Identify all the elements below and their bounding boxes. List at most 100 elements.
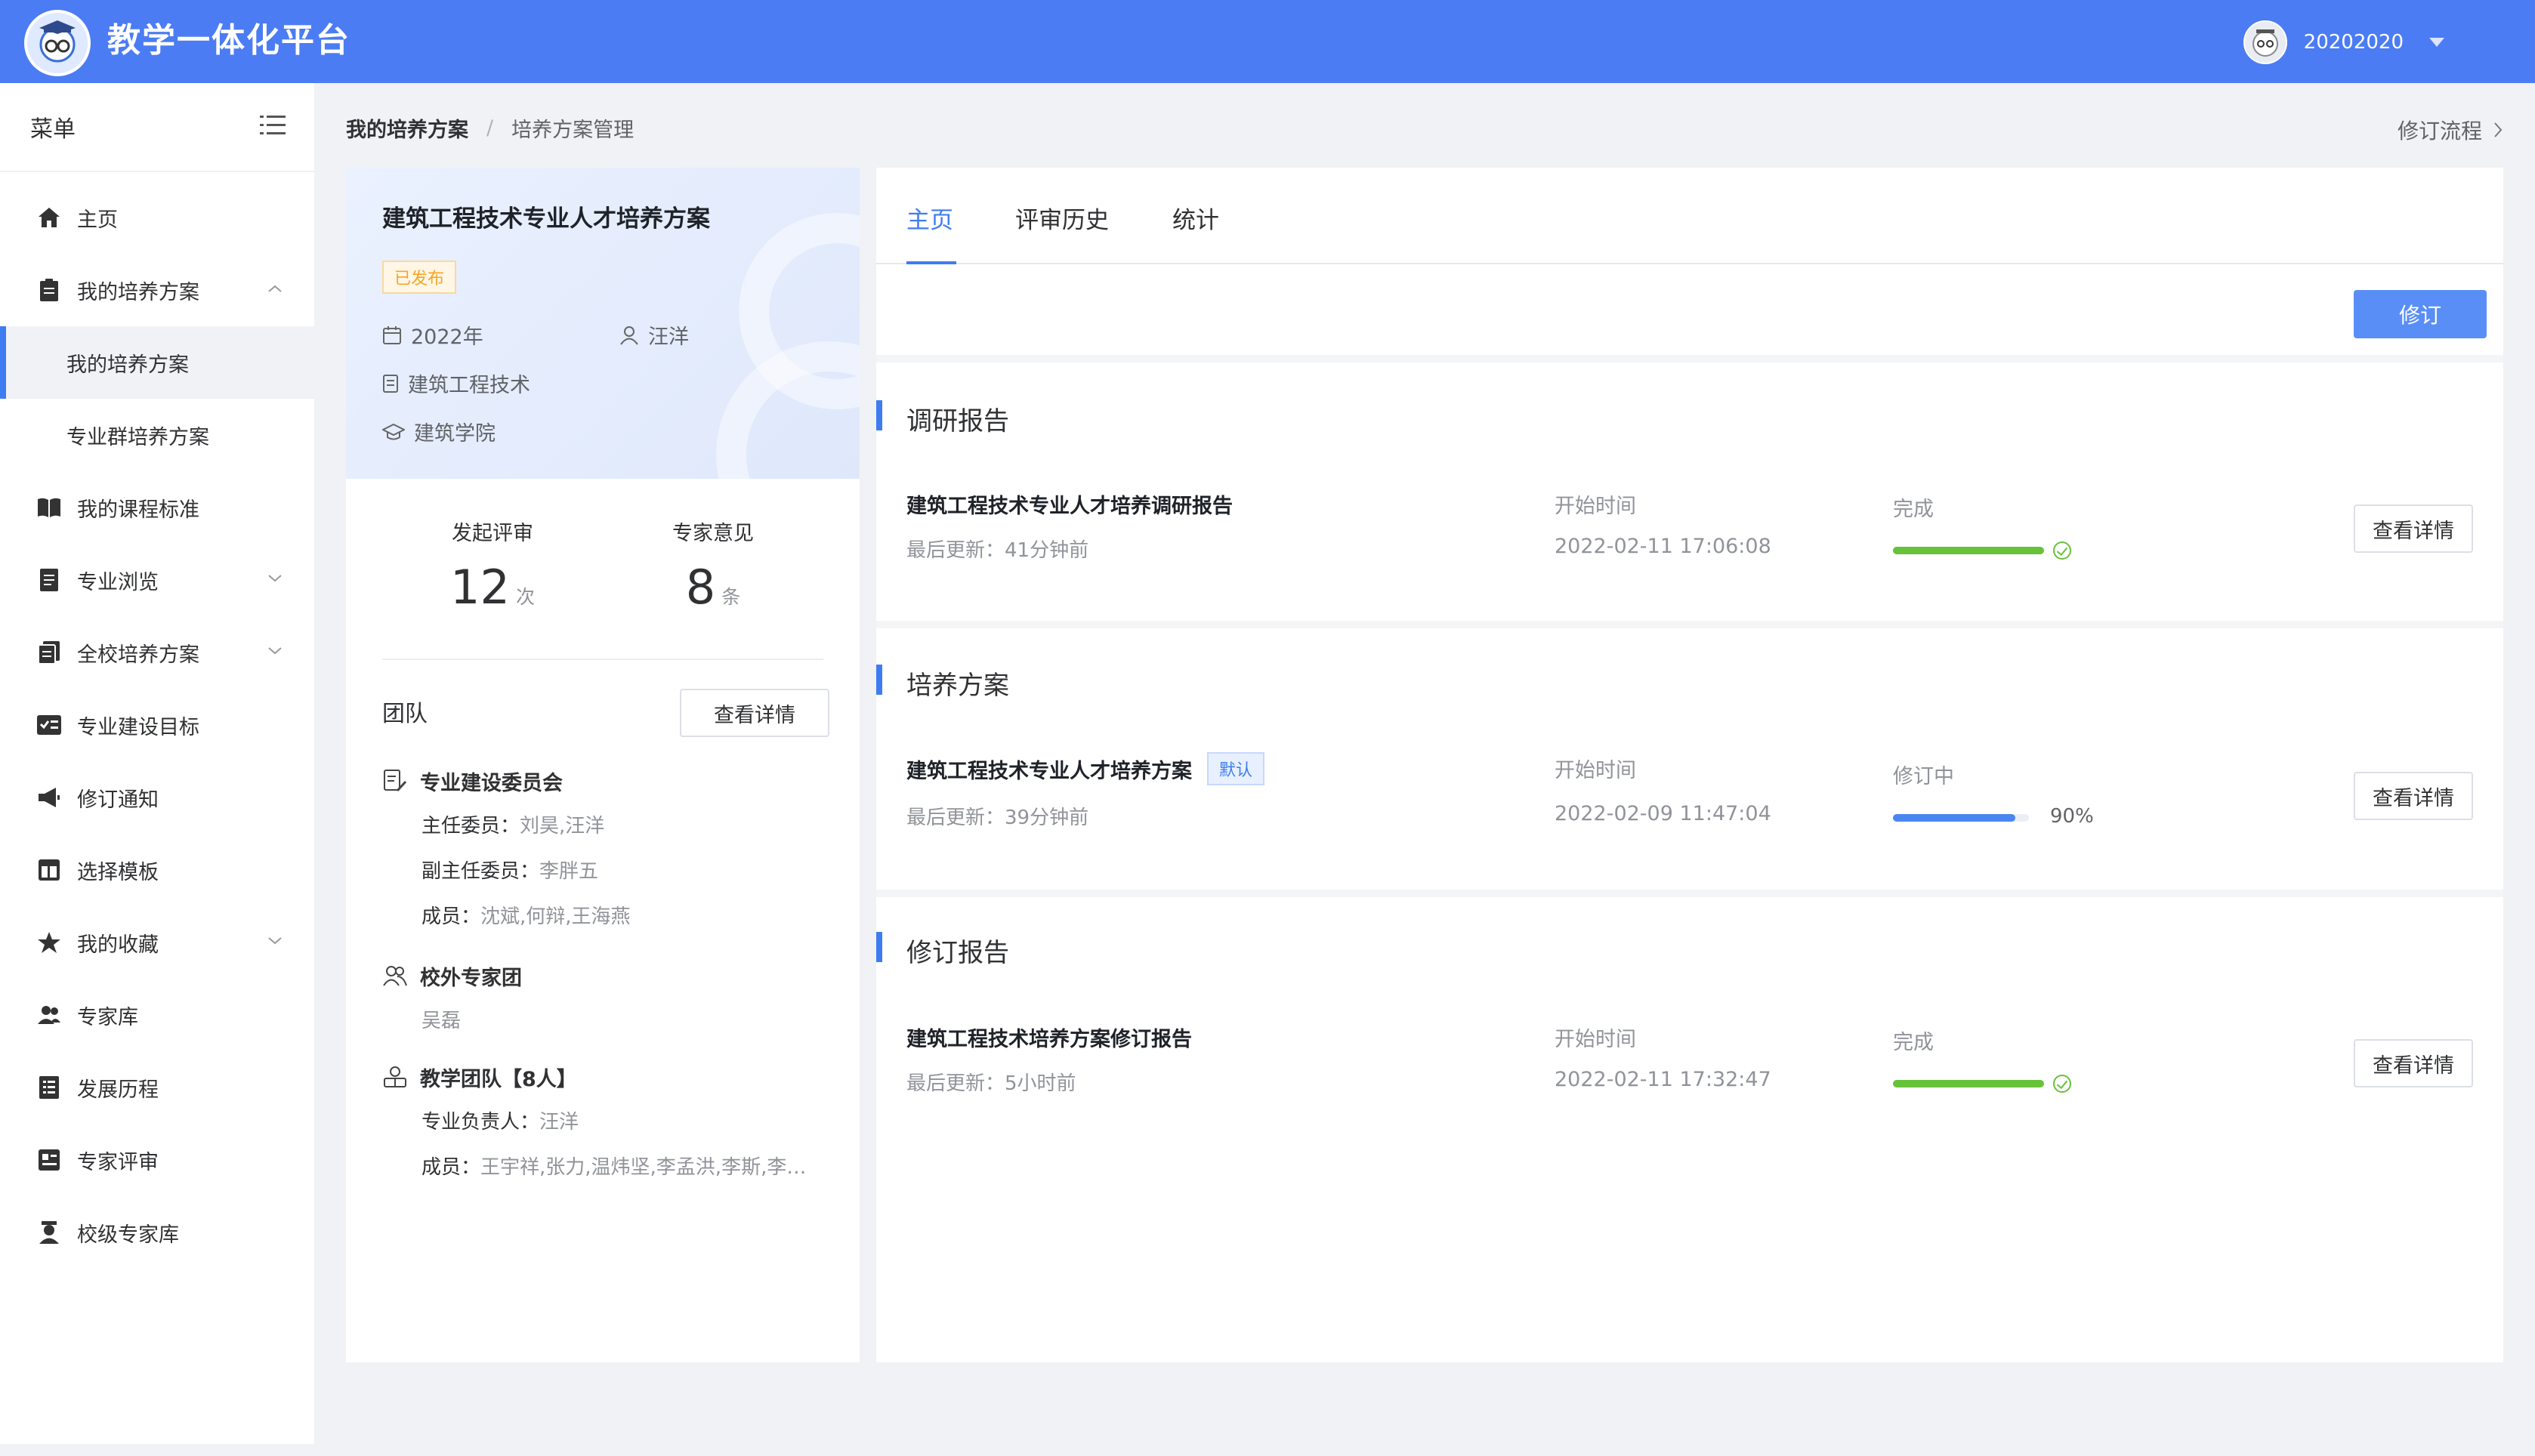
clipboard-icon [36, 277, 62, 303]
chevron-down-icon [268, 647, 282, 655]
revision-flow-link[interactable]: 修订流程 [2398, 115, 2503, 145]
committee-members-key: 成员： [421, 905, 481, 928]
plan-owner-value: 汪洋 [648, 325, 689, 349]
chevron-down-icon [268, 575, 282, 582]
team-title: 团队 [382, 701, 428, 727]
revise-button[interactable]: 修订 [2354, 290, 2487, 338]
sidebar-item-history[interactable]: 发展历程 [0, 1051, 314, 1124]
team-detail-button[interactable]: 查看详情 [680, 689, 829, 737]
user-name[interactable]: 20202020 [2304, 31, 2404, 54]
view-detail-button[interactable]: 查看详情 [2354, 772, 2473, 820]
view-detail-button[interactable]: 查看详情 [2354, 1039, 2473, 1087]
start-time-label: 开始时间 [1555, 495, 1636, 518]
breadcrumb: 我的培养方案 / 培养方案管理 修订流程 [314, 83, 2535, 172]
page-footer-strip [0, 1444, 2535, 1456]
training-plan-section: 培养方案 建筑工程技术专业人才培养方案 默认 最后更新：39分钟前 开始时间 2… [876, 628, 2503, 890]
review-count-unit: 次 [515, 586, 535, 608]
committee-title: 专业建设委员会 [382, 758, 823, 804]
plan-summary-card: 建筑工程技术专业人才培养方案 已发布 2022年 汪洋 建筑工程技术 建筑学院 … [346, 168, 860, 1362]
menu-list: 主页 我的培养方案 我的培养方案 专业群培养方案 我的课程标准 专业浏览 全校培… [0, 172, 314, 1269]
tab-review-history[interactable]: 评审历史 [1015, 201, 1109, 235]
section-accent-bar [876, 400, 882, 430]
sidebar-item-home[interactable]: 主页 [0, 181, 314, 254]
sidebar-item-label: 选择模板 [77, 860, 159, 884]
checklist-icon [36, 712, 62, 738]
expert-icon [36, 1220, 62, 1245]
review-icon [36, 1147, 62, 1173]
sidebar-item-my-plans-sub[interactable]: 我的培养方案 [0, 326, 314, 399]
section-accent-bar [876, 932, 882, 962]
teaching-team-members-value: 王宇祥,张力,温炜坚,李孟洪,李斯,李时... [480, 1156, 823, 1179]
sidebar-item-label: 主页 [77, 208, 118, 232]
section-divider [876, 355, 2503, 362]
revision-report-section: 修订报告 建筑工程技术培养方案修订报告 最后更新：5小时前 开始时间 2022-… [876, 897, 2503, 1214]
check-circle-icon [2053, 541, 2071, 560]
plan-year-value: 2022年 [411, 325, 483, 349]
sidebar-item-select-template[interactable]: 选择模板 [0, 834, 314, 906]
avatar[interactable] [2243, 20, 2287, 64]
research-report-section: 调研报告 建筑工程技术专业人才培养调研报告 最后更新：41分钟前 开始时间 20… [876, 362, 2503, 621]
last-updated: 最后更新：39分钟前 [906, 807, 1089, 829]
documents-icon [36, 640, 62, 665]
plan-stats: 发起评审 12 次 专家意见 8条 [382, 479, 823, 660]
tab-home[interactable]: 主页 [906, 201, 953, 235]
sidebar-item-major-browse[interactable]: 专业浏览 [0, 544, 314, 616]
sidebar-item-revision-notice[interactable]: 修订通知 [0, 761, 314, 834]
menu-header: 菜单 [0, 83, 314, 172]
committee-title-label: 专业建设委员会 [420, 771, 563, 795]
status-badge: 已发布 [382, 261, 457, 294]
status-label: 完成 [1893, 1031, 1934, 1054]
megaphone-icon [36, 785, 62, 810]
star-icon [36, 930, 62, 955]
committee-director: 主任委员：刘昊,汪洋 [382, 804, 823, 849]
plan-college-value: 建筑学院 [414, 422, 496, 446]
view-detail-button[interactable]: 查看详情 [2354, 504, 2473, 553]
sidebar-item-group-plans[interactable]: 专业群培养方案 [0, 399, 314, 471]
start-time-value: 2022-02-11 17:32:47 [1555, 1068, 1771, 1091]
sidebar-item-school-experts[interactable]: 校级专家库 [0, 1196, 314, 1269]
teaching-team-label: 教学团队【8人】 [420, 1067, 577, 1091]
plan-major-value: 建筑工程技术 [408, 374, 530, 397]
plan-major: 建筑工程技术 [382, 369, 530, 398]
calendar-icon [383, 325, 401, 344]
menu-title: 菜单 [30, 116, 76, 143]
sidebar-item-label: 发展历程 [77, 1078, 159, 1102]
team-header: 团队 查看详情 [382, 660, 829, 739]
section-title: 培养方案 [906, 671, 1009, 701]
chevron-down-icon[interactable] [2429, 38, 2444, 47]
sidebar-item-expert-pool[interactable]: 专家库 [0, 979, 314, 1051]
sidebar-item-course-standards[interactable]: 我的课程标准 [0, 471, 314, 544]
active-tab-indicator [906, 261, 956, 264]
plan-hero: 建筑工程技术专业人才培养方案 已发布 2022年 汪洋 建筑工程技术 建筑学院 [346, 168, 860, 479]
document-name: 建筑工程技术培养方案修订报告 [906, 1023, 1192, 1052]
breadcrumb-item-my-plans[interactable]: 我的培养方案 [346, 113, 468, 143]
sidebar-item-label: 我的课程标准 [77, 498, 199, 522]
revision-flow-label[interactable]: 修订流程 [2398, 115, 2482, 145]
start-time-value: 2022-02-09 11:47:04 [1555, 802, 1771, 825]
committee-members: 成员：沈斌,何辩,王海燕 [382, 894, 823, 939]
progress-percent: 90% [2050, 805, 2094, 828]
sidebar-item-favorites[interactable]: 我的收藏 [0, 906, 314, 979]
sidebar-item-expert-review[interactable]: 专家评审 [0, 1124, 314, 1196]
committee-director-value: 刘昊,汪洋 [520, 815, 605, 838]
menu-toggle-icon[interactable] [260, 114, 286, 140]
chevron-up-icon [268, 285, 282, 292]
plan-year: 2022年 [382, 320, 483, 350]
tab-statistics[interactable]: 统计 [1172, 201, 1219, 235]
sidebar-item-construction-goals[interactable]: 专业建设目标 [0, 689, 314, 761]
sidebar-item-label: 专家评审 [77, 1150, 159, 1174]
sidebar-item-school-plans[interactable]: 全校培养方案 [0, 616, 314, 689]
sidebar-item-my-plans[interactable]: 我的培养方案 [0, 254, 314, 326]
breadcrumb-separator: / [486, 116, 494, 140]
committee-director-key: 主任委员： [421, 815, 520, 838]
chevron-down-icon [268, 937, 282, 945]
document-name-text: 建筑工程技术专业人才培养方案 [906, 759, 1192, 783]
committee-vice-key: 副主任委员： [421, 860, 540, 883]
chevron-right-icon [2494, 122, 2503, 137]
progress-fill [1893, 1080, 2044, 1087]
status-label: 修订中 [1893, 765, 1954, 788]
teaching-team-members-key: 成员： [421, 1156, 481, 1179]
user-menu[interactable]: 20202020 [2243, 20, 2444, 65]
section-accent-bar [876, 665, 882, 695]
document-name-text: 建筑工程技术培养方案修订报告 [906, 1028, 1192, 1051]
